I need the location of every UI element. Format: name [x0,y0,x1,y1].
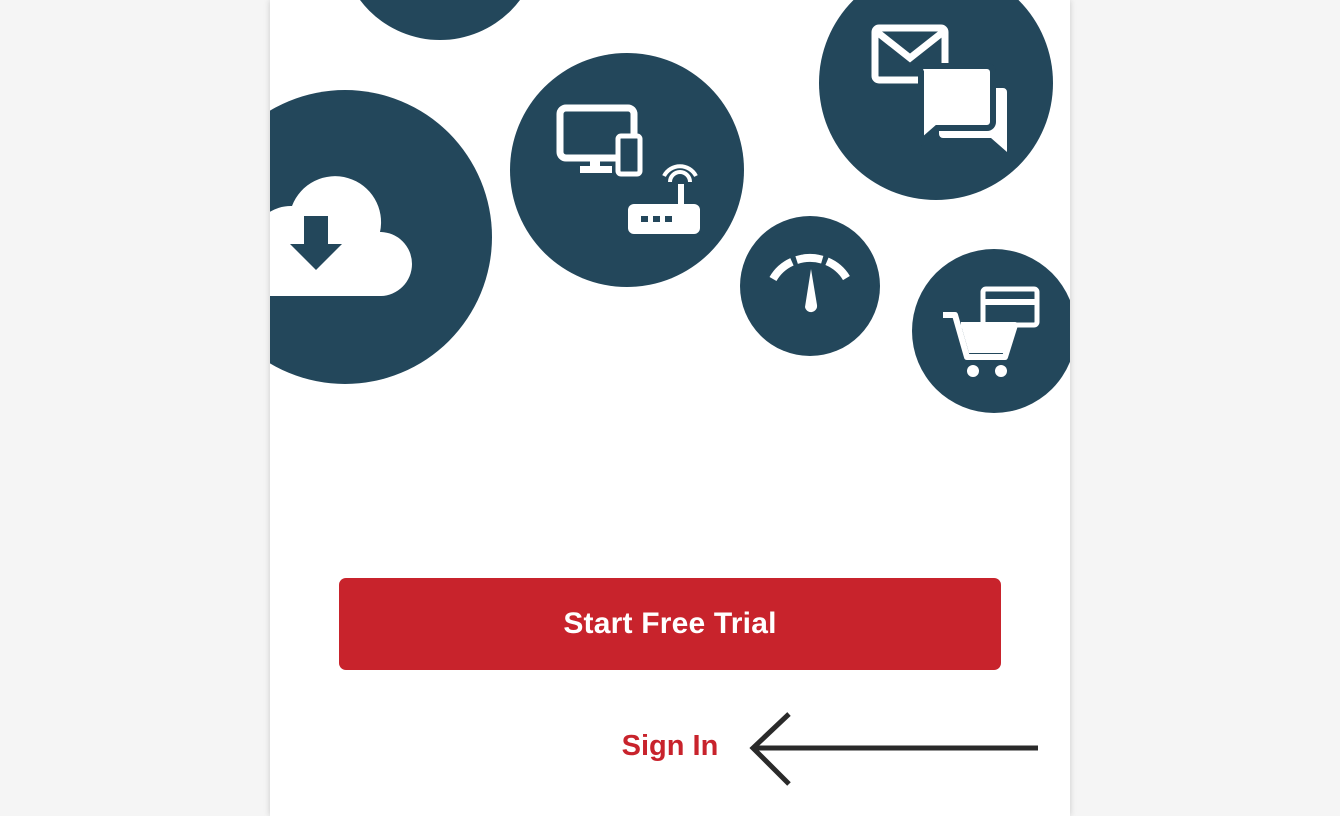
messaging-circle [819,0,1053,200]
cloud-download-circle [270,90,492,384]
app-screen: Start Free Trial Sign In [270,0,1070,816]
devices-wifi-icon [556,104,700,234]
cart-card-icon [943,286,1040,377]
mail-chat-icon [871,24,1007,152]
arrow-left-icon [749,712,1038,786]
devices-circle [510,53,744,287]
cloud-download-icon [270,176,412,296]
speed-circle [740,216,880,356]
start-free-trial-button[interactable]: Start Free Trial [339,578,1001,670]
decor-circle-top [340,0,540,40]
speedometer-icon [769,254,851,313]
shopping-circle [912,249,1070,413]
sign-in-link[interactable]: Sign In [570,720,770,772]
